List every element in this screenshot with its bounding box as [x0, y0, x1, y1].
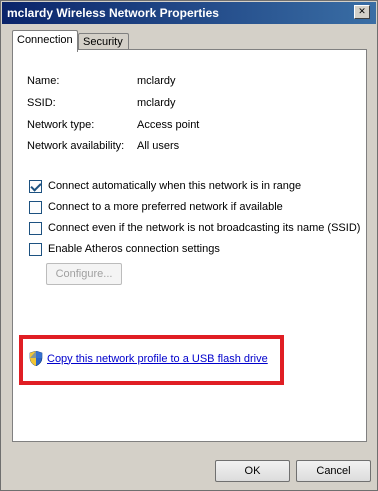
property-value: All users: [137, 140, 180, 152]
property-label: Network type:: [27, 119, 95, 131]
configure-button-label: Configure...: [55, 268, 113, 280]
title-bar[interactable]: mclardy Wireless Network Properties ✕: [2, 2, 376, 24]
property-label: Network availability:: [27, 140, 125, 152]
option-preferred-network[interactable]: Connect to a more preferred network if a…: [29, 200, 283, 214]
cancel-button-label: Cancel: [316, 465, 351, 477]
option-connect-automatically[interactable]: Connect automatically when this network …: [29, 179, 301, 193]
close-button[interactable]: ✕: [354, 5, 370, 19]
copy-profile-link[interactable]: Copy this network profile to a USB flash…: [47, 353, 268, 365]
option-atheros-settings[interactable]: Enable Atheros connection settings: [29, 242, 220, 256]
tab-connection-label: Connection: [17, 34, 73, 46]
property-label: Name:: [27, 75, 60, 87]
configure-button[interactable]: Configure...: [46, 263, 122, 285]
checkbox[interactable]: [29, 242, 42, 256]
shield-icon: [29, 351, 43, 366]
property-value: mclardy: [137, 75, 176, 87]
option-label: Connect to a more preferred network if a…: [48, 201, 283, 213]
copy-profile-row: Copy this network profile to a USB flash…: [29, 351, 268, 366]
option-label: Connect automatically when this network …: [48, 180, 302, 192]
property-label: SSID:: [27, 97, 56, 109]
ok-button[interactable]: OK: [215, 460, 290, 482]
checkbox[interactable]: [29, 221, 42, 235]
ok-button-label: OK: [244, 465, 261, 477]
close-icon: ✕: [358, 6, 366, 17]
tab-connection[interactable]: Connection: [12, 30, 78, 52]
properties-window: mclardy Wireless Network Properties ✕ Co…: [0, 0, 378, 491]
tab-security-label: Security: [83, 36, 123, 48]
option-label: Enable Atheros connection settings: [48, 243, 220, 255]
checkbox-checked[interactable]: [29, 179, 42, 193]
property-value: mclardy: [137, 97, 176, 109]
cancel-button[interactable]: Cancel: [296, 460, 371, 482]
checkbox[interactable]: [29, 200, 42, 214]
window-title: mclardy Wireless Network Properties: [7, 6, 219, 20]
property-value: Access point: [137, 119, 200, 131]
option-label: Connect even if the network is not broad…: [48, 222, 361, 234]
option-not-broadcasting[interactable]: Connect even if the network is not broad…: [29, 221, 360, 235]
dialog-footer: OK Cancel: [2, 447, 376, 490]
